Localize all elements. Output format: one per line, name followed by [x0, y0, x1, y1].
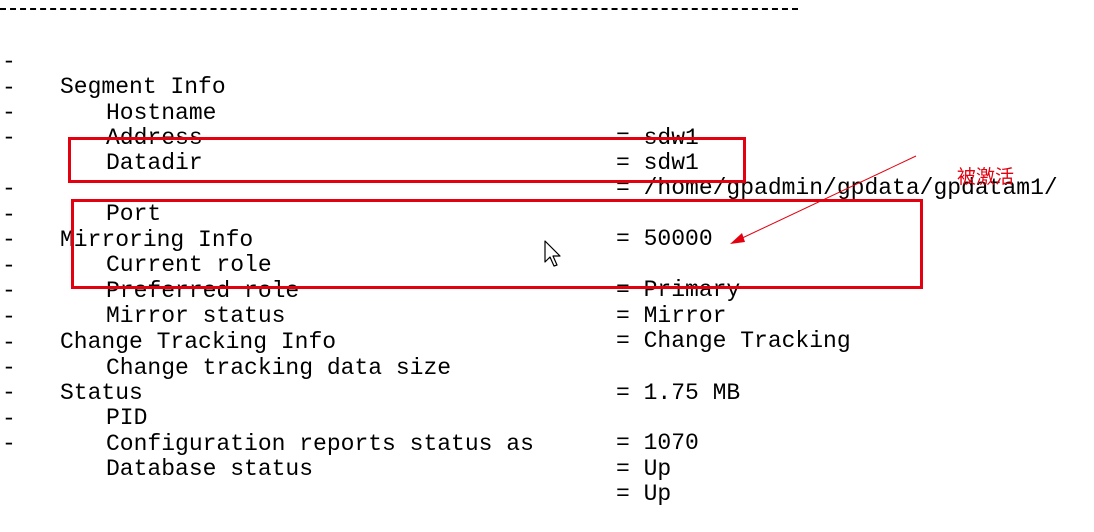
- arrow-head: [730, 233, 745, 244]
- mouse-cursor-icon: [544, 240, 561, 267]
- field-label: Database status: [106, 456, 314, 482]
- annotation-arrow: [730, 155, 917, 244]
- annotation-label: 被激活: [957, 166, 1015, 188]
- terminal-output: - Segment Info - Hostname = sdw1 - Addre…: [0, 0, 1094, 507]
- arrow-line: [737, 155, 917, 241]
- field-value: = Up: [616, 481, 672, 507]
- field-value: = Up: [616, 456, 672, 482]
